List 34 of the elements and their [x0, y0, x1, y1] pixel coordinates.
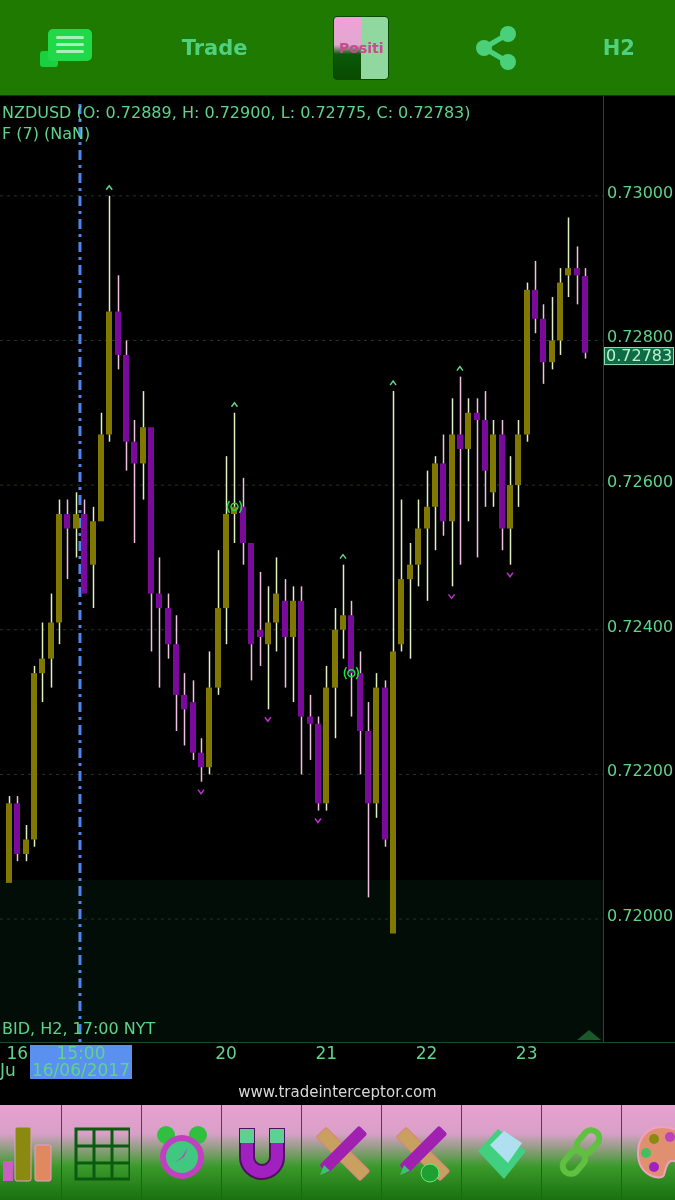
chevron-down-icon — [506, 571, 514, 578]
price-axis-label: 0.72600 — [607, 474, 674, 491]
price-axis-label: 0.72400 — [607, 619, 674, 636]
last-price-tag: 0.72783 — [604, 346, 675, 365]
chevron-up-icon — [339, 553, 347, 560]
price-axis-label: 0.73000 — [607, 185, 674, 202]
chevron-down-icon — [314, 817, 322, 824]
event-icon — [226, 500, 243, 514]
event-icon — [343, 666, 360, 680]
date-axis-label: 23 — [515, 1043, 538, 1063]
website-url: www.tradeinterceptor.com — [238, 1083, 437, 1101]
positions-button[interactable]: Positi — [333, 15, 390, 80]
chevron-down-icon — [264, 716, 272, 723]
price-axis-label: 0.72000 — [607, 908, 674, 925]
chevron-up-icon — [389, 379, 397, 386]
chevron-down-icon — [447, 593, 456, 600]
chevron-down-icon — [197, 788, 205, 795]
date-axis-label: 16 — [6, 1043, 29, 1063]
timeframe-tab[interactable]: H2 — [602, 35, 635, 60]
symbol-ohlc-text: NZDUSD (O: 0.72889, H: 0.72900, L: 0.72775, C: 0.72783) — [2, 103, 471, 122]
chevron-up-icon — [105, 184, 113, 191]
date-axis-label: 22 — [415, 1043, 438, 1063]
chevron-up-icon — [230, 401, 239, 408]
price-axis-label: 0.72200 — [607, 763, 674, 780]
date-axis-label: 20 — [215, 1043, 237, 1063]
indicator-text: F (7) (NaN) — [2, 124, 91, 143]
chevron-up-icon — [456, 365, 464, 372]
crosshair-time-label: 15:00 16/06/2017 — [29, 1045, 132, 1079]
toolbar-button[interactable] — [0, 1105, 62, 1200]
trade-tab[interactable]: Trade — [181, 35, 248, 60]
date-axis-label: 21 — [315, 1043, 338, 1063]
share-icon[interactable] — [475, 24, 518, 71]
scroll-marker-icon — [577, 1030, 601, 1040]
price-axis-label: 0.72800 — [607, 329, 674, 346]
